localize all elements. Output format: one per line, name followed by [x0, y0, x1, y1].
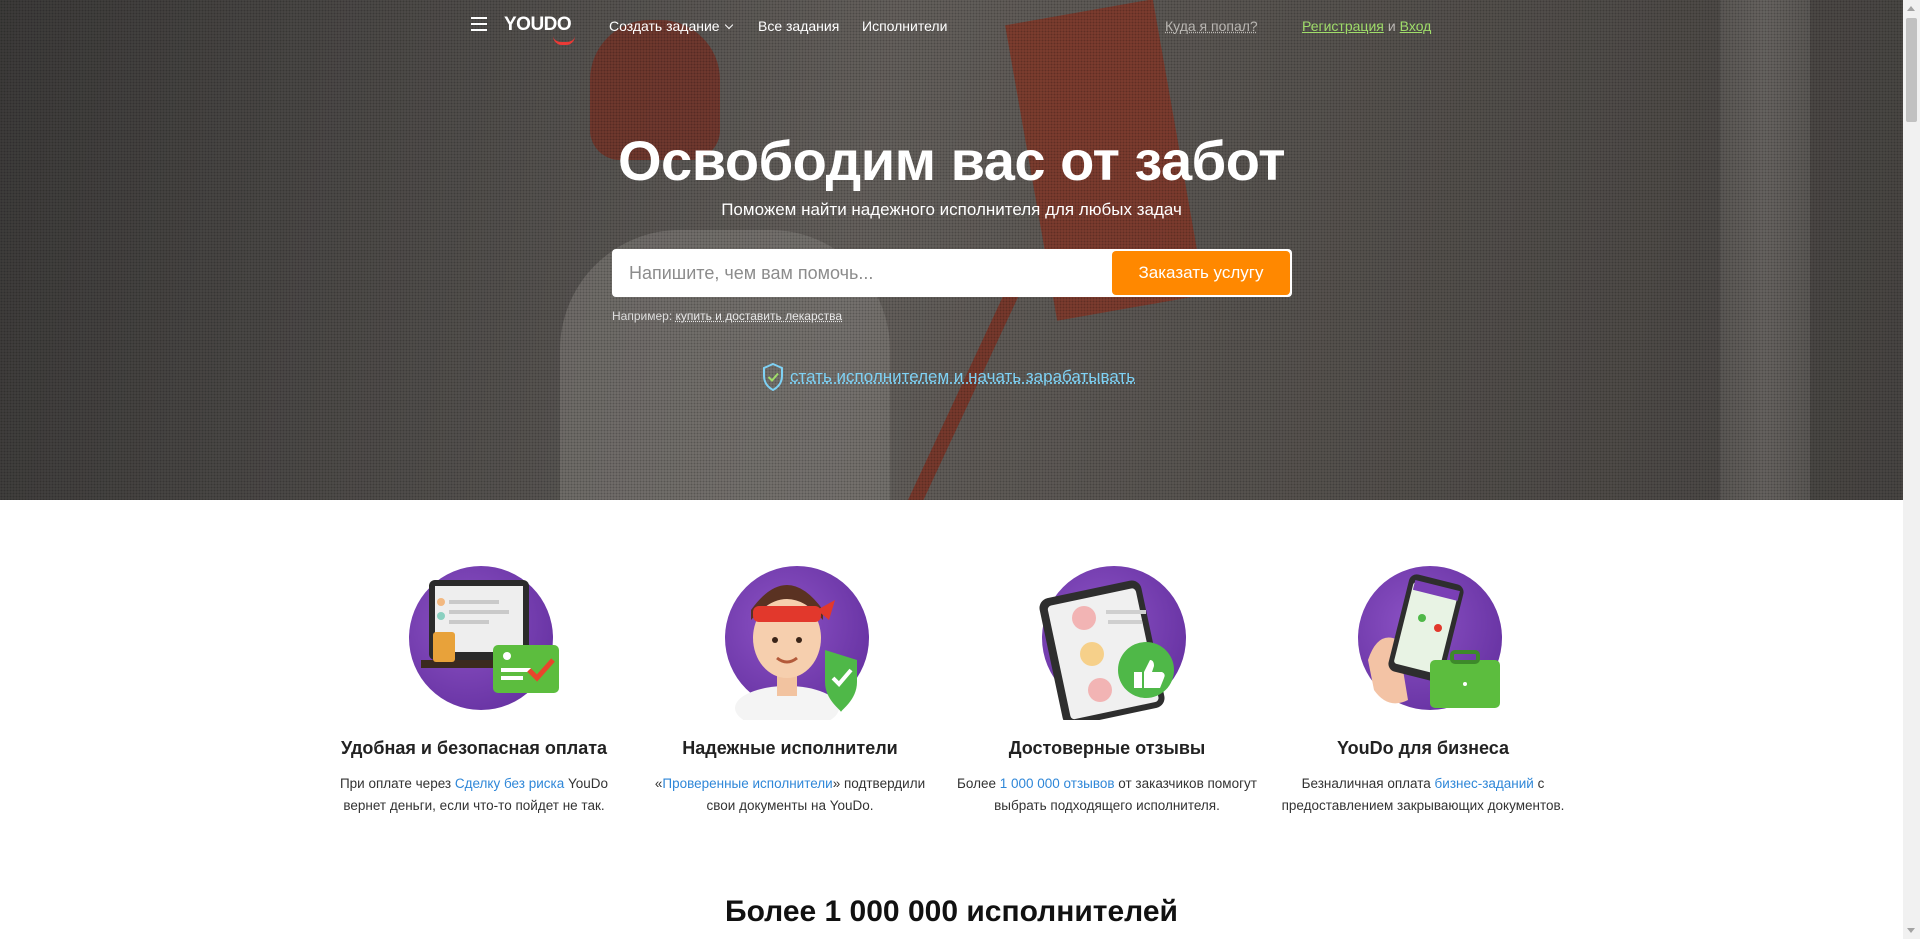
where-am-i-link[interactable]: Куда я попал? — [1165, 18, 1258, 34]
scroll-down-arrow-icon[interactable] — [1907, 928, 1915, 933]
become-performer-label: стать исполнителем и начать зарабатывать — [790, 367, 1136, 386]
scrollbar-thumb[interactable] — [1906, 18, 1917, 122]
page: YOUDO Создать задание Все задания Исполн… — [0, 0, 1903, 939]
feature-text-before: Безналичная оплата — [1301, 776, 1435, 791]
verified-performers-link[interactable]: Проверенные исполнители — [662, 776, 832, 791]
feature-reviews: Достоверные отзывы Более 1 000 000 отзыв… — [957, 560, 1257, 817]
business-tasks-link[interactable]: бизнес-заданий — [1435, 776, 1534, 791]
example-prefix: Например: — [612, 309, 673, 323]
card-check-icon — [421, 580, 559, 693]
logo-text: YOUDO — [504, 14, 572, 35]
business-illustration — [1338, 560, 1508, 720]
top-header: YOUDO Создать задание Все задания Исполн… — [0, 0, 1903, 54]
nav-all-tasks[interactable]: Все задания — [758, 18, 839, 34]
reviews-illustration — [1022, 560, 1192, 720]
performers-count-title: Более 1 000 000 исполнителей — [725, 895, 1178, 928]
feature-title: Достоверные отзывы — [1008, 738, 1206, 758]
feature-reliable-performers: Надежные исполнители «Проверенные исполн… — [640, 560, 940, 817]
youdo-logo[interactable]: YOUDO — [504, 14, 575, 45]
page-scrollbar[interactable] — [1903, 0, 1920, 939]
worker-shield-icon — [735, 585, 857, 720]
chevron-down-icon — [724, 20, 733, 30]
safe-deal-link[interactable]: Сделку без риска — [455, 776, 564, 791]
feature-title: YouDo для бизнеса — [1336, 738, 1510, 758]
register-link[interactable]: Регистрация — [1302, 18, 1384, 34]
menu-icon[interactable] — [471, 17, 487, 31]
feature-business: YouDo для бизнеса Безналичная оплата биз… — [1273, 560, 1573, 817]
order-service-button[interactable]: Заказать услугу — [1112, 251, 1290, 295]
where-am-i-label: Куда я попал? — [1165, 18, 1258, 34]
nav-performers[interactable]: Исполнители — [862, 18, 947, 34]
example-link[interactable]: купить и доставить лекарства — [676, 309, 843, 323]
logo-smile-icon — [553, 36, 575, 45]
thumbs-up-icon — [1039, 580, 1174, 720]
performer-illustration — [705, 560, 875, 720]
hero-section: YOUDO Создать задание Все задания Исполн… — [0, 0, 1903, 500]
feature-text: «Проверенные исполнители» подтвердили св… — [640, 773, 940, 817]
feature-text: Более 1 000 000 отзывов от заказчиков по… — [957, 773, 1257, 817]
nav-create-task-label: Создать задание — [609, 18, 720, 34]
feature-title: Надежные исполнители — [682, 738, 898, 758]
search-example: Например: купить и доставить лекарства — [612, 309, 842, 323]
auth-separator: и — [1387, 18, 1396, 34]
search-box: Заказать услугу — [612, 249, 1292, 297]
feature-safe-payment: Удобная и безопасная оплата При оплате ч… — [324, 560, 624, 817]
nav-create-task[interactable]: Создать задание — [609, 18, 733, 34]
feature-text-before: Более — [957, 776, 1000, 791]
login-link[interactable]: Вход — [1400, 18, 1432, 34]
briefcase-icon — [1368, 574, 1500, 708]
shield-check-icon — [763, 363, 783, 391]
task-search-input[interactable] — [612, 249, 1112, 297]
feature-title: Удобная и безопасная оплата — [340, 738, 608, 758]
scroll-up-arrow-icon[interactable] — [1907, 6, 1915, 11]
hero-subtitle: Поможем найти надежного исполнителя для … — [721, 200, 1182, 219]
reviews-link[interactable]: 1 000 000 отзывов — [1000, 776, 1115, 791]
feature-text: Безналичная оплата бизнес-заданий с пред… — [1273, 773, 1573, 817]
auth-links: Регистрация и Вход — [1302, 18, 1431, 34]
payment-illustration — [389, 560, 559, 720]
feature-text: При оплате через Сделку без риска YouDo … — [324, 773, 624, 817]
become-performer-link[interactable]: стать исполнителем и начать зарабатывать — [762, 362, 1135, 392]
hero-title: Освободим вас от забот — [617, 129, 1286, 192]
feature-text-before: При оплате через — [339, 776, 455, 791]
